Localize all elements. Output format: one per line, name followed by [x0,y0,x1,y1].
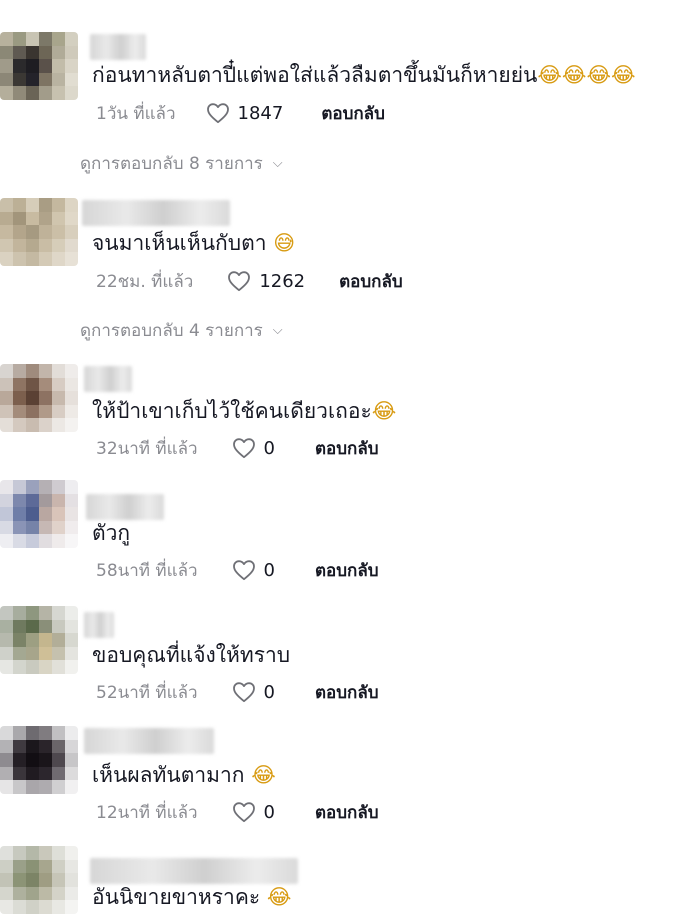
comment-meta: 52นาที ที่แล้ว 0 ตอบกลับ [96,678,379,706]
username[interactable] [84,728,214,754]
view-replies-button[interactable]: ดูการตอบกลับ 8 รายการ ⌵ [80,150,283,177]
comment-text: ให้ป้าเขาเก็บไว้ใช้คนเดียวเถอะ😂 [92,399,397,423]
username[interactable] [86,494,164,520]
comment-text: ขอบคุณที่แจ้งให้ทราบ [92,643,291,667]
comment-text: ก่อนทาหลับตาปี๋แต่พอใส่แล้วลืมตาขึ้นมันก… [92,63,636,87]
emoji: 😂😂😂😂 [537,63,636,87]
username[interactable] [84,612,114,638]
view-replies-button[interactable]: ดูการตอบกลับ 4 รายการ ⌵ [80,317,283,344]
comment-text: จนมาเห็นเห็นกับตา 😅 [92,231,296,255]
like-count: 0 [263,801,275,823]
comment-time: 58นาที ที่แล้ว [96,560,198,581]
username[interactable] [90,34,146,60]
like-count: 0 [263,681,275,703]
avatar[interactable] [0,198,78,266]
emoji: 😂 [266,885,292,909]
like-count: 1847 [237,102,284,124]
avatar[interactable] [0,726,78,794]
avatar[interactable] [0,606,78,674]
heart-outline-icon[interactable] [232,801,256,823]
comment-meta: 22ชม. ที่แล้ว 1262 ตอบกลับ [96,267,403,295]
like-count: 1262 [259,270,306,292]
comment-meta: 32นาที ที่แล้ว 0 ตอบกลับ [96,434,379,462]
emoji: 😂 [251,763,276,787]
comment-time: 52นาที ที่แล้ว [96,682,198,703]
reply-button[interactable]: ตอบกลับ [315,679,379,706]
comment-time: 1วัน ที่แล้ว [96,103,176,124]
heart-outline-icon[interactable] [232,559,256,581]
reply-button[interactable]: ตอบกลับ [315,557,379,584]
reply-button[interactable]: ตอบกลับ [315,435,379,462]
avatar[interactable] [0,364,78,432]
avatar[interactable] [0,32,78,100]
comment-text: อันนิขายขาหราคะ 😂 [92,885,292,909]
avatar[interactable] [0,846,78,914]
username[interactable] [90,858,298,884]
chevron-down-icon: ⌵ [272,156,283,171]
heart-outline-icon[interactable] [232,437,256,459]
emoji: 😅 [273,231,296,255]
username[interactable] [82,200,230,226]
comment-meta: 58นาที ที่แล้ว 0 ตอบกลับ [96,556,379,584]
heart-outline-icon[interactable] [206,102,230,124]
comment-meta: 12นาที ที่แล้ว 0 ตอบกลับ [96,798,379,826]
view-replies-label: ดูการตอบกลับ 4 รายการ [80,321,263,341]
emoji: 😂 [371,399,397,423]
comment-time: 32นาที ที่แล้ว [96,438,198,459]
reply-button[interactable]: ตอบกลับ [321,100,385,127]
heart-outline-icon[interactable] [232,681,256,703]
comment-text: เห็นผลทันตามาก 😂 [92,763,276,787]
comment-time: 22ชม. ที่แล้ว [96,271,194,292]
comment-time: 12นาที ที่แล้ว [96,802,198,823]
reply-button[interactable]: ตอบกลับ [339,268,403,295]
comment-meta: 1วัน ที่แล้ว 1847 ตอบกลับ [96,99,385,127]
heart-outline-icon[interactable] [227,270,251,292]
chevron-down-icon: ⌵ [272,323,283,338]
view-replies-label: ดูการตอบกลับ 8 รายการ [80,154,263,174]
comment-text: ตัวกู [92,521,131,545]
reply-button[interactable]: ตอบกลับ [315,799,379,826]
username[interactable] [84,366,132,392]
avatar[interactable] [0,480,78,548]
like-count: 0 [263,559,275,581]
like-count: 0 [263,437,275,459]
